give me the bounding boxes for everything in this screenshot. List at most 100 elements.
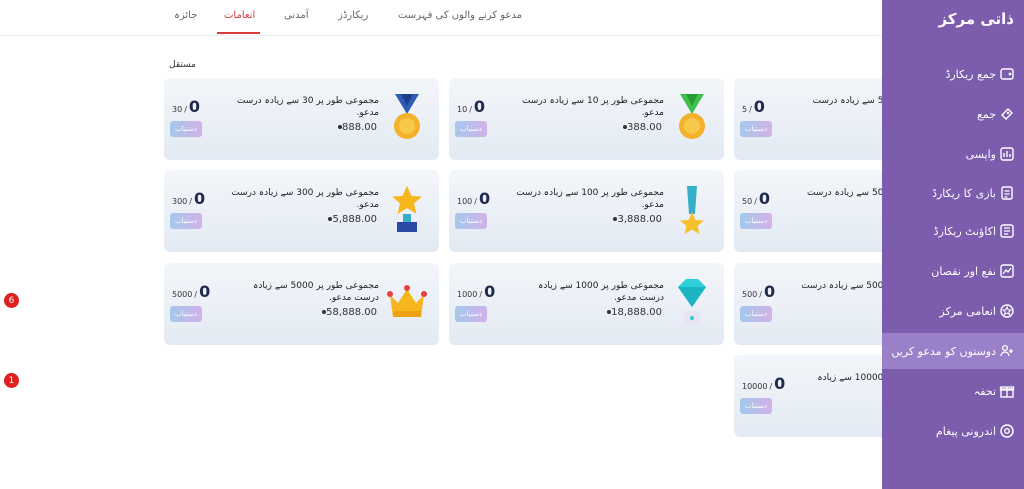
progress-separator: / [474,197,477,206]
progress-separator: / [469,105,472,114]
sidebar-item-label: نفع اور نقصان [931,264,996,278]
claim-button[interactable]: دستیاب [740,398,772,414]
invite-target: 5 [742,105,748,114]
progress-separator: / [769,382,773,391]
reward-amount: 388.00 [622,122,662,133]
active-tab-indicator [217,32,260,34]
invite-progress: 30/0 [172,97,200,116]
sidebar-item-message[interactable]: اندرونی پیغام [882,413,1024,449]
invite-target: 500 [742,290,758,299]
invite-progress: 1000/0 [457,282,495,301]
reward-amount-value: 18,888.00 [611,307,662,318]
progress-separator: / [194,290,198,299]
progress-separator: / [759,290,762,299]
progress-separator: / [184,105,187,114]
reward-description: مجموعی طور پر 1000 سے زیادہ درست مدعو. [538,281,664,303]
diamond-trophy-icon [672,277,712,329]
sidebar-item-invite-friends[interactable]: دوستوں کو مدعو کریں [882,333,1024,369]
tab-records[interactable]: ریکارڈز [338,10,368,21]
reward-amount: 3,888.00 [612,214,662,225]
sidebar: ذاتی مرکز جمع ریکارڈ جمع واپسی بازی کا ریکا… [882,0,1024,489]
sidebar-item-label: واپسی [965,147,996,161]
tab-rewards[interactable]: انعامات [224,10,255,21]
claim-button[interactable]: دستیاب [170,306,202,322]
invite-progress: 5/0 [742,97,765,116]
tab-invitee-list[interactable]: مدعو کرنے والوں کی فہرست [398,10,522,21]
sidebar-title: ذاتی مرکز [938,10,1014,28]
claim-button[interactable]: دستیاب [455,121,487,137]
deposit-record-icon [998,65,1016,83]
reward-amount: 18,888.00 [606,307,662,318]
invite-count: 0 [473,97,486,116]
claim-button[interactable]: دستیاب [740,213,772,229]
invite-target: 10 [457,105,468,114]
claim-button[interactable]: دستیاب [170,121,202,137]
sidebar-item-profit-loss[interactable]: نفع اور نقصان [882,253,1024,289]
reward-card: مجموعی طور پر 100 سے زیادہ درست مدعو. 3,8… [449,170,724,252]
reward-card: مجموعی طور پر 1000 سے زیادہ درست مدعو. 18… [449,263,724,345]
reward-card: مجموعی طور پر 5000 سے زیادہ درست مدعو. 58… [164,263,439,345]
invite-target: 5000 [172,290,193,299]
app-root: مدعو کرنے والوں کی فہرست ریکارڈز آمدنی ا… [0,0,1024,489]
progress-separator: / [749,105,752,114]
sidebar-item-deposit-record[interactable]: جمع ریکارڈ [882,56,1024,92]
sidebar-item-deposit[interactable]: جمع [882,96,1024,132]
profit-loss-icon [998,262,1016,280]
invite-count: 0 [478,189,491,208]
reward-card: مجموعی طور پر 300 سے زیادہ درست مدعو. 5,8… [164,170,439,252]
invite-count: 0 [753,97,765,116]
blue-ribbon-medal-icon [387,92,427,144]
invite-target: 100 [457,197,473,206]
tab-bar: مدعو کرنے والوں کی فہرست ریکارڈز آمدنی ا… [0,0,882,36]
section-label-permanent: مستقل [169,60,196,70]
reward-amount-value: 888.00 [342,122,377,133]
claim-button[interactable]: دستیاب [455,306,487,322]
invite-target: 50 [742,197,753,206]
claim-button[interactable]: دستیاب [740,121,772,137]
invite-progress: 300/0 [172,189,205,208]
sidebar-item-label: جمع ریکارڈ [945,67,996,81]
invite-progress: 5000/0 [172,282,210,301]
gift-badge: 1 [4,373,19,388]
sidebar-item-game-record[interactable]: بازی کا ریکارڈ [882,175,1024,211]
tab-income[interactable]: آمدنی [284,10,309,21]
progress-separator: / [479,290,483,299]
invite-count: 0 [193,189,206,208]
reward-description: مجموعی طور پر 10 سے زیادہ درست مدعو. [521,96,664,118]
reward-description: مجموعی طور پر 100 سے زیادہ درست مدعو. [516,188,664,210]
invite-count: 0 [199,282,211,301]
game-record-icon [998,184,1016,202]
sidebar-item-withdraw[interactable]: واپسی [882,136,1024,172]
invite-progress: 50/0 [742,189,770,208]
withdraw-icon [998,145,1016,163]
sidebar-item-label: انعامی مرکز [939,304,996,318]
reward-amount: 888.00 [337,122,377,133]
progress-separator: / [754,197,757,206]
invite-progress: 10/0 [457,97,485,116]
sidebar-item-label: دوستوں کو مدعو کریں [891,344,996,358]
invite-progress: 10000/0 [742,374,785,393]
green-ribbon-medal-icon [672,92,712,144]
invite-count: 0 [484,282,496,301]
reward-description: مجموعی طور پر 5000 سے زیادہ درست مدعو. [253,281,379,303]
claim-button[interactable]: دستیاب [170,213,202,229]
message-icon [998,422,1016,440]
deposit-icon [998,105,1016,123]
sidebar-item-reward-center[interactable]: انعامی مرکز [882,293,1024,329]
claim-button[interactable]: دستیاب [455,213,487,229]
sidebar-item-label: اندرونی پیغام [935,424,996,438]
sidebar-item-gift[interactable]: تحفہ [882,373,1024,409]
reward-card: مجموعی طور پر 10 سے زیادہ درست مدعو. 388.… [449,78,724,160]
invite-target: 30 [172,105,183,114]
reward-card: مجموعی طور پر 30 سے زیادہ درست مدعو. 888.… [164,78,439,160]
tab-overview[interactable]: جائزہ [174,10,197,21]
gift-icon [998,382,1016,400]
reward-description: مجموعی طور پر 30 سے زیادہ درست مدعو. [236,96,379,118]
reward-description: مجموعی طور پر 300 سے زیادہ درست مدعو. [231,188,379,210]
invite-count: 0 [763,282,776,301]
claim-button[interactable]: دستیاب [740,306,772,322]
reward-amount-value: 388.00 [627,122,662,133]
reward-amount: 58,888.00 [321,307,377,318]
sidebar-item-account-record[interactable]: اکاؤنٹ ریکارڈ [882,213,1024,249]
reward-amount-value: 5,888.00 [332,214,377,225]
